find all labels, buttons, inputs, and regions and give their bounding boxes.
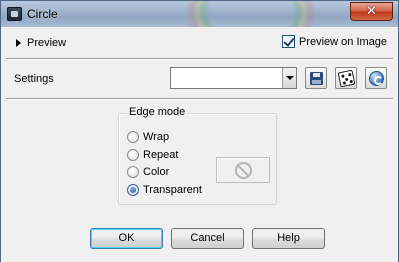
randomize-button[interactable] <box>335 67 357 89</box>
help-button[interactable]: Help <box>252 228 325 249</box>
combo-dropdown-arrow-icon[interactable] <box>282 68 296 88</box>
edge-mode-wrap-label: Wrap <box>143 131 170 143</box>
edge-mode-transparent-option[interactable]: Transparent <box>127 183 202 197</box>
edge-color-swatch[interactable] <box>216 157 270 183</box>
app-icon[interactable] <box>7 7 22 21</box>
no-color-icon <box>235 162 252 179</box>
radio-button[interactable] <box>127 166 139 178</box>
preview-row: Preview Preview on Image <box>6 31 391 54</box>
checkbox-checked-icon[interactable] <box>282 35 295 48</box>
radio-button-selected[interactable] <box>127 184 139 196</box>
cancel-button[interactable]: Cancel <box>171 228 244 249</box>
title-bar[interactable]: Circle ✕ <box>0 0 399 27</box>
settings-preset-combo[interactable] <box>170 67 297 89</box>
title-bar-decoration <box>186 1 316 27</box>
divider-middle <box>6 98 393 100</box>
radio-button[interactable] <box>127 149 139 161</box>
edge-mode-repeat-option[interactable]: Repeat <box>127 148 178 162</box>
expand-arrow-icon <box>16 39 21 47</box>
edge-mode-wrap-option[interactable]: Wrap <box>127 130 169 144</box>
preview-on-image-label: Preview on Image <box>299 35 388 48</box>
circle-dialog: Circle ✕ Preview Preview on Image Settin… <box>0 0 399 262</box>
radio-button[interactable] <box>127 131 139 143</box>
edge-mode-repeat-label: Repeat <box>143 149 179 161</box>
divider-top <box>6 58 393 60</box>
preview-label: Preview <box>27 37 67 49</box>
edge-mode-title: Edge mode <box>127 106 188 118</box>
save-preset-icon <box>310 72 323 85</box>
window-title: Circle <box>27 7 58 21</box>
preview-on-image-checkbox[interactable]: Preview on Image <box>282 35 387 48</box>
preview-toggle[interactable]: Preview <box>16 36 66 50</box>
edge-mode-color-label: Color <box>143 166 170 178</box>
reset-button[interactable] <box>365 67 387 89</box>
edge-mode-color-option[interactable]: Color <box>127 165 169 179</box>
randomize-dice-icon <box>337 69 356 88</box>
settings-label: Settings <box>14 73 54 85</box>
edge-mode-transparent-label: Transparent <box>143 184 202 196</box>
reset-icon <box>369 71 384 86</box>
ok-button[interactable]: OK <box>90 228 163 249</box>
save-preset-button[interactable] <box>305 67 327 89</box>
close-button[interactable]: ✕ <box>350 2 393 21</box>
